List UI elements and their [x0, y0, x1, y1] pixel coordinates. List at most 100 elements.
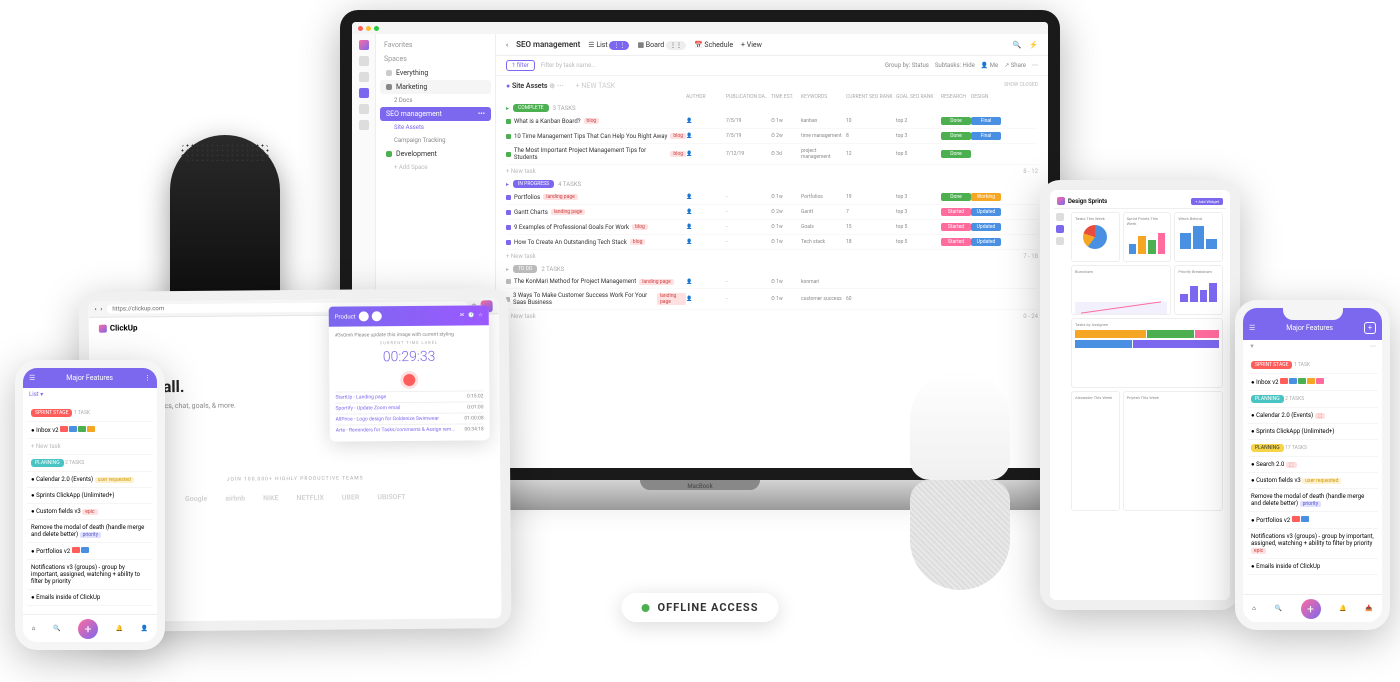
table-row[interactable]: How To Create An Outstanding Tech Stack … [506, 235, 1038, 250]
bell-icon[interactable]: 🔔 [1339, 605, 1346, 612]
table-row[interactable]: The Most Important Project Management Ti… [506, 144, 1038, 165]
sidebar-everything[interactable]: Everything [380, 66, 491, 80]
table-row[interactable]: 10 Time Management Tips That Can Help Yo… [506, 129, 1038, 144]
sidebar-add-space[interactable]: + Add Space [380, 161, 491, 174]
sidebar-docs[interactable]: 2 Docs [380, 94, 491, 107]
table-row[interactable]: 3 Ways To Make Customer Success Work For… [506, 289, 1038, 310]
target-icon[interactable] [359, 104, 369, 114]
table-row[interactable]: Portfolios landing page👤-⏱ 1wPortfolios1… [506, 190, 1038, 205]
list-item[interactable]: ● Inbox v2 [27, 422, 153, 439]
list-item[interactable]: ● Sprints ClickApp (Unlimited+) [27, 488, 153, 504]
group-by[interactable]: Group by: Status [885, 62, 929, 69]
search-icon[interactable]: 🔍 [1274, 605, 1281, 612]
home-icon[interactable]: ⌂ [32, 625, 36, 632]
dashboard-icon[interactable] [1056, 225, 1064, 233]
table-row[interactable]: The KonMari Method for Project Managemen… [506, 275, 1038, 289]
view-board-tab[interactable]: ▦ Board ⋮⋮ [637, 41, 686, 49]
list-item[interactable]: ● Calendar 2.0 (Events) ⬚ [1247, 408, 1378, 424]
bolt-icon[interactable]: ⚡ [1029, 41, 1038, 49]
sidebar-campaign[interactable]: Campaign Tracking [380, 134, 491, 147]
group-badge[interactable]: IN PROGRESS [513, 180, 554, 188]
group-badge[interactable]: TO DO [513, 265, 537, 273]
group-badge[interactable]: COMPLETE [513, 104, 549, 112]
collapse-icon[interactable]: ▸ [506, 181, 509, 188]
back-icon[interactable]: ‹ [506, 41, 508, 49]
grid-icon[interactable] [359, 120, 369, 130]
list-item[interactable]: Notifications v3 (groups) - group by imp… [27, 560, 153, 590]
add-view-button[interactable]: + View [741, 41, 762, 49]
sidebar-development[interactable]: Development [380, 147, 491, 161]
list-item[interactable]: ● Custom fields v3 user requested [1247, 473, 1378, 489]
bell-icon[interactable] [1056, 237, 1064, 245]
add-widget-button[interactable]: + Add Widget [1191, 198, 1223, 205]
sidebar-site-assets[interactable]: Site Assets [380, 121, 491, 134]
more-icon[interactable]: ⋯ [1370, 343, 1376, 350]
list-item[interactable]: ● Inbox v2 [1247, 374, 1378, 391]
table-row[interactable]: 9 Examples of Professional Goals For Wor… [506, 220, 1038, 235]
view-schedule-tab[interactable]: 📅 Schedule [694, 41, 733, 49]
card-alexander[interactable]: Alexander This Week [1075, 395, 1116, 400]
inbox-icon[interactable]: 📥 [1365, 605, 1372, 612]
list-item[interactable]: ● Custom fields v3 epic [27, 504, 153, 520]
card-sprint-points[interactable]: Sprint Points This Week [1127, 216, 1168, 226]
list-item[interactable]: Remove the modal of death (handle merge … [27, 520, 153, 543]
group-planning[interactable]: PLANNING [31, 459, 64, 467]
new-task-link[interactable]: + New task [506, 253, 536, 260]
add-icon[interactable]: + [1364, 322, 1376, 334]
timer-stop-button[interactable] [400, 371, 418, 389]
group-planning-2[interactable]: PLANNING [1251, 444, 1284, 452]
add-button[interactable]: + [1301, 599, 1321, 619]
card-tasks-assignee[interactable]: Tasks by Assignee [1075, 322, 1219, 327]
home-icon[interactable]: ⌂ [1252, 605, 1256, 612]
more-icon[interactable]: ⋯ [1032, 62, 1038, 69]
profile-icon[interactable]: 👤 [141, 625, 148, 632]
collapse-icon[interactable]: ▸ [506, 266, 509, 273]
home-icon[interactable] [359, 56, 369, 66]
clickup-logo-icon[interactable] [1057, 197, 1065, 205]
new-task-link[interactable]: + NEW TASK [576, 82, 616, 90]
timer-entry[interactable]: Arte - Reminders for Tasks/comments & As… [336, 423, 484, 435]
mail-icon[interactable]: ✉ [460, 313, 464, 319]
card-priyesh[interactable]: Priyesh This Week [1127, 395, 1219, 400]
bell-icon[interactable] [359, 72, 369, 82]
show-closed[interactable]: SHOW CLOSED [1004, 82, 1038, 88]
sidebar-marketing[interactable]: Marketing [380, 80, 491, 94]
new-task[interactable]: + New task [27, 439, 153, 455]
add-button[interactable]: + [78, 619, 98, 639]
new-task-link[interactable]: + New task [506, 313, 536, 320]
me-filter[interactable]: 👤 Me [981, 62, 998, 69]
search-input[interactable]: Filter by task name... [541, 62, 596, 69]
back-icon[interactable]: ‹ [95, 306, 97, 313]
filter-icon[interactable]: ▼ [1249, 343, 1255, 350]
filter-button[interactable]: 1 filter [506, 60, 535, 71]
bell-icon[interactable]: 🔔 [116, 625, 123, 632]
edit-icon[interactable] [359, 88, 369, 98]
clock-icon[interactable]: 🕐 [468, 312, 474, 318]
table-row[interactable]: What is a Kanban Board? blog👤7/5/19⏱ 1wk… [506, 114, 1038, 129]
view-selector[interactable]: List ▾ [23, 388, 157, 401]
list-item[interactable]: ● Search 2.0 ⬚ [1247, 457, 1378, 473]
home-icon[interactable] [1056, 213, 1064, 221]
list-item[interactable]: ● Sprints ClickApp (Unlimited+) [1247, 424, 1378, 440]
view-list-tab[interactable]: ☰ List ⋮⋮ [588, 41, 629, 49]
menu-icon[interactable]: ☰ [1249, 324, 1255, 332]
share-button[interactable]: ↗ Share [1004, 62, 1026, 69]
star-icon[interactable]: ☆ [478, 312, 483, 318]
group-planning[interactable]: PLANNING [1251, 395, 1284, 403]
clickup-logo-icon[interactable] [359, 40, 369, 50]
list-item[interactable]: ● Emails inside of ClickUp [27, 590, 153, 606]
menu-icon[interactable]: ☰ [29, 374, 35, 382]
sidebar-favorites-heading[interactable]: Favorites [380, 38, 491, 52]
group-sprint-stage[interactable]: SPRINT STAGE [1251, 361, 1292, 369]
list-item[interactable]: ● Portfolios v2 [27, 543, 153, 560]
group-sprint-stage[interactable]: SPRINT STAGE [31, 409, 72, 417]
table-row[interactable]: Gantt Charts landing page👤-⏱ 2wGantt7top… [506, 205, 1038, 220]
list-item[interactable]: Remove the modal of death (handle merge … [1247, 489, 1378, 512]
search-icon[interactable]: 🔍 [1013, 41, 1022, 49]
list-item[interactable]: ● Portfolios v2 [1247, 512, 1378, 529]
collapse-icon[interactable]: ▸ [506, 105, 509, 112]
new-task-link[interactable]: + New task [506, 168, 536, 175]
search-icon[interactable]: 🔍 [53, 625, 60, 632]
more-icon[interactable]: ⋮ [144, 374, 151, 382]
list-item[interactable]: ● Calendar 2.0 (Events) user requested [27, 472, 153, 488]
